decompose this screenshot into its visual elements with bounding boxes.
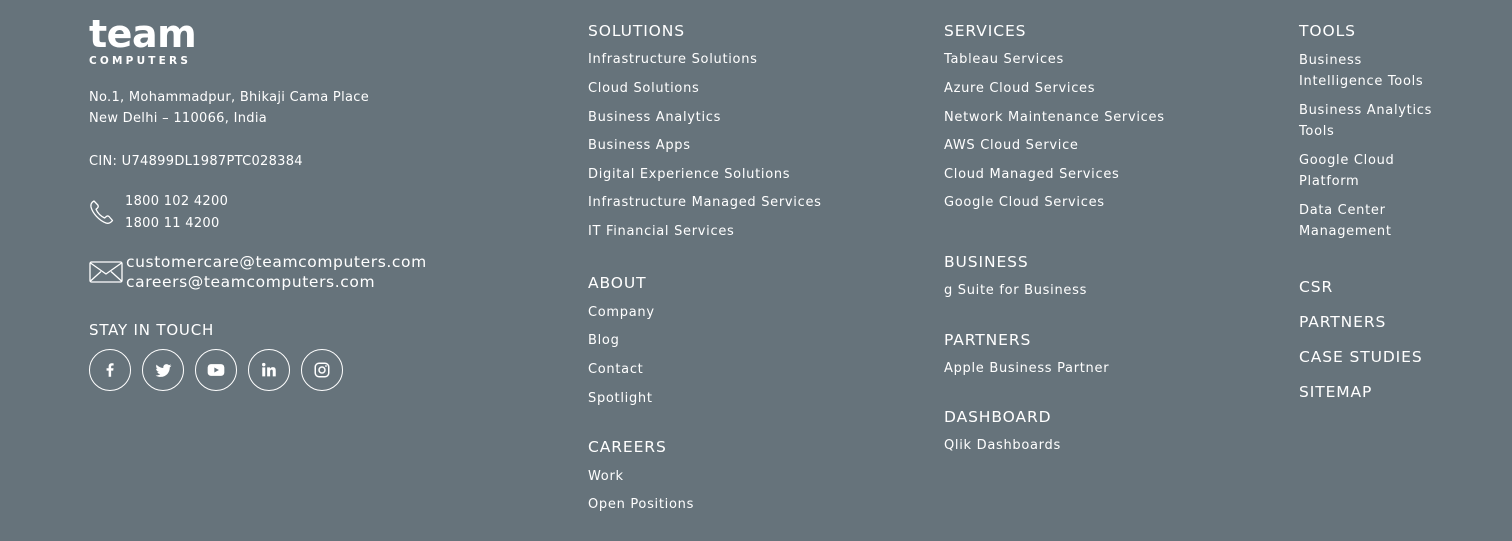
social-links	[89, 349, 343, 391]
csr-link[interactable]: CSR	[1299, 277, 1333, 297]
services-link[interactable]: Azure Cloud Services	[944, 80, 1095, 98]
cin-number: CIN: U74899DL1987PTC028384	[89, 154, 303, 169]
services-heading[interactable]: SERVICES	[944, 21, 1026, 41]
tools-link-line: Data Center	[1299, 203, 1386, 218]
youtube-link[interactable]	[195, 349, 237, 391]
careers-heading[interactable]: CAREERS	[588, 437, 667, 457]
business-heading[interactable]: BUSINESS	[944, 252, 1029, 272]
tools-link-line: Platform	[1299, 174, 1360, 189]
dashboard-heading[interactable]: DASHBOARD	[944, 407, 1051, 427]
tools-link-line: Intelligence Tools	[1299, 74, 1424, 89]
team-computers-logo[interactable]: team COMPUTERS	[89, 12, 197, 67]
services-link[interactable]: Google Cloud Services	[944, 194, 1105, 212]
solutions-link[interactable]: Business Apps	[588, 137, 691, 155]
sitemap-link[interactable]: SITEMAP	[1299, 382, 1372, 402]
case-studies-link[interactable]: CASE STUDIES	[1299, 347, 1423, 367]
linkedin-icon	[262, 362, 276, 377]
about-link[interactable]: Contact	[588, 361, 643, 379]
services-link[interactable]: AWS Cloud Service	[944, 137, 1079, 155]
linkedin-link[interactable]	[248, 349, 290, 391]
instagram-link[interactable]	[301, 349, 343, 391]
about-heading[interactable]: ABOUT	[588, 273, 646, 293]
address-line-1: No.1, Mohammadpur, Bhikaji Cama Place	[89, 90, 369, 105]
solutions-link[interactable]: Business Analytics	[588, 109, 721, 127]
tools-link-line: Business Analytics	[1299, 103, 1433, 118]
partners-link[interactable]: Apple Business Partner	[944, 360, 1109, 378]
stay-in-touch-heading: STAY IN TOUCH	[89, 321, 215, 339]
phone-numbers: 1800 102 4200 1800 11 4200	[125, 191, 228, 234]
facebook-link[interactable]	[89, 349, 131, 391]
phone-number[interactable]: 1800 11 4200	[125, 213, 228, 235]
email-link[interactable]: careers@teamcomputers.com	[126, 272, 427, 292]
phone-number[interactable]: 1800 102 4200	[125, 191, 228, 213]
facebook-icon	[106, 363, 114, 377]
tools-link-line: Management	[1299, 224, 1392, 239]
about-link[interactable]: Blog	[588, 332, 620, 350]
logo-wordmark: team	[89, 12, 197, 56]
solutions-link[interactable]: Digital Experience Solutions	[588, 166, 790, 184]
solutions-link[interactable]: Cloud Solutions	[588, 80, 700, 98]
business-link[interactable]: g Suite for Business	[944, 282, 1087, 300]
partners-heading[interactable]: PARTNERS	[944, 330, 1031, 350]
tools-heading[interactable]: TOOLS	[1299, 21, 1356, 41]
email-link[interactable]: customercare@teamcomputers.com	[126, 252, 427, 272]
youtube-icon	[207, 364, 225, 376]
email-addresses: customercare@teamcomputers.com careers@t…	[126, 252, 427, 292]
careers-link[interactable]: Work	[588, 468, 624, 486]
logo-subtitle: COMPUTERS	[89, 55, 192, 67]
about-link[interactable]: Company	[588, 304, 655, 322]
tools-link-line: Tools	[1299, 124, 1335, 139]
address: No.1, Mohammadpur, Bhikaji Cama Place Ne…	[89, 87, 369, 129]
tools-link[interactable]: Data Center Management	[1299, 200, 1392, 242]
phone-icon	[90, 200, 114, 224]
twitter-link[interactable]	[142, 349, 184, 391]
twitter-icon	[155, 363, 171, 377]
services-link[interactable]: Tableau Services	[944, 51, 1064, 69]
solutions-link[interactable]: IT Financial Services	[588, 223, 734, 241]
envelope-icon	[89, 261, 123, 283]
partners-page-link[interactable]: PARTNERS	[1299, 312, 1386, 332]
tools-link-line: Business	[1299, 53, 1362, 68]
tools-link-line: Google Cloud	[1299, 153, 1395, 168]
tools-link[interactable]: Business Intelligence Tools	[1299, 50, 1423, 92]
dashboard-link[interactable]: Qlik Dashboards	[944, 437, 1061, 455]
address-line-2: New Delhi – 110066, India	[89, 111, 268, 126]
instagram-icon	[314, 362, 330, 378]
solutions-link[interactable]: Infrastructure Managed Services	[588, 194, 822, 212]
careers-link[interactable]: Open Positions	[588, 496, 694, 514]
solutions-link[interactable]: Infrastructure Solutions	[588, 51, 758, 69]
tools-link[interactable]: Google Cloud Platform	[1299, 150, 1395, 192]
about-link[interactable]: Spotlight	[588, 390, 653, 408]
solutions-heading[interactable]: SOLUTIONS	[588, 21, 685, 41]
tools-link[interactable]: Business Analytics Tools	[1299, 100, 1432, 142]
services-link[interactable]: Cloud Managed Services	[944, 166, 1120, 184]
services-link[interactable]: Network Maintenance Services	[944, 109, 1165, 127]
